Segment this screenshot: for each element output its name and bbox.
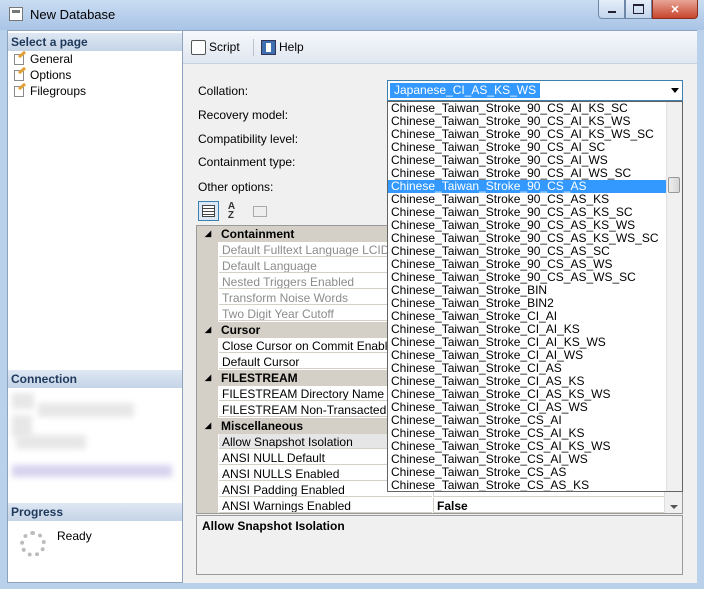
close-icon: ✕ bbox=[670, 3, 680, 16]
property-row[interactable]: ANSI Warnings Enabled False bbox=[197, 498, 682, 513]
toolbar-separator bbox=[253, 39, 254, 56]
connection-user-redacted bbox=[16, 435, 86, 449]
left-panel: Select a page General Options Filegroups… bbox=[7, 30, 183, 583]
description-title: Allow Snapshot Isolation bbox=[202, 519, 345, 533]
connection-icon-redacted bbox=[12, 393, 34, 409]
page-item-label: Options bbox=[30, 68, 72, 82]
property-name: ANSI Warnings Enabled bbox=[219, 498, 432, 513]
compatibility-level-label: Compatibility level: bbox=[198, 132, 299, 146]
collapse-icon: ◢ bbox=[205, 325, 212, 334]
category-label: Containment bbox=[221, 227, 295, 241]
page-item-label: Filegroups bbox=[30, 84, 87, 98]
property-pages-icon bbox=[252, 205, 267, 217]
collapse-icon: ◢ bbox=[205, 229, 212, 238]
categorized-button[interactable] bbox=[198, 201, 219, 221]
help-button[interactable]: Help bbox=[261, 39, 304, 55]
script-icon bbox=[191, 39, 206, 55]
progress-header: Progress bbox=[8, 503, 182, 521]
connection-header: Connection bbox=[8, 370, 182, 388]
toolbar: Script Help bbox=[183, 31, 697, 64]
collation-option[interactable]: Chinese_Taiwan_Stroke_CS_AS_KS bbox=[388, 479, 667, 492]
page-edit-icon bbox=[12, 82, 27, 98]
other-options-label: Other options: bbox=[198, 180, 274, 194]
description-panel: Allow Snapshot Isolation bbox=[196, 515, 683, 575]
collation-label: Collation: bbox=[198, 84, 249, 98]
page-item-filegroups[interactable]: Filegroups bbox=[12, 82, 87, 99]
connection-link-redacted[interactable] bbox=[12, 465, 172, 477]
connection-server-redacted bbox=[38, 403, 134, 417]
collapse-icon: ◢ bbox=[205, 421, 212, 430]
chevron-down-icon bbox=[671, 88, 679, 93]
script-label: Script bbox=[209, 40, 240, 54]
progress-status: Ready bbox=[57, 529, 92, 543]
collation-combobox[interactable]: Japanese_CI_AS_KS_WS bbox=[387, 80, 683, 101]
category-label: Cursor bbox=[221, 323, 261, 337]
scroll-down-icon[interactable] bbox=[670, 505, 678, 509]
connection-icon-redacted-2 bbox=[12, 415, 32, 437]
close-button[interactable]: ✕ bbox=[652, 0, 698, 19]
containment-type-label: Containment type: bbox=[198, 155, 296, 169]
maximize-icon bbox=[633, 4, 644, 14]
collapse-icon: ◢ bbox=[205, 373, 212, 382]
page-item-label: General bbox=[30, 52, 73, 66]
category-label: FILESTREAM bbox=[221, 371, 298, 385]
dropdown-scrollbar[interactable] bbox=[666, 102, 682, 491]
recovery-model-label: Recovery model: bbox=[198, 108, 289, 122]
window-controls: ✕ bbox=[598, 0, 698, 20]
dropdown-scrollbar-thumb[interactable] bbox=[668, 177, 680, 193]
window-title: New Database bbox=[30, 7, 116, 22]
help-label: Help bbox=[279, 40, 304, 54]
collation-selected-value: Japanese_CI_AS_KS_WS bbox=[390, 83, 541, 98]
alphabetical-button[interactable]: AZ bbox=[221, 201, 242, 221]
page-item-general[interactable]: General bbox=[12, 50, 73, 67]
title-bar: New Database ✕ bbox=[0, 0, 704, 30]
progress-spinner-icon bbox=[20, 531, 46, 557]
categorized-icon bbox=[202, 205, 215, 217]
help-book-icon bbox=[261, 39, 276, 55]
page-edit-icon bbox=[12, 66, 27, 82]
database-window-icon bbox=[9, 7, 23, 21]
sort-az-icon: AZ bbox=[227, 201, 236, 221]
minimize-button[interactable] bbox=[598, 0, 625, 19]
minimize-icon bbox=[607, 11, 616, 13]
property-value[interactable]: False bbox=[433, 498, 682, 513]
page-item-options[interactable]: Options bbox=[12, 66, 72, 83]
collation-dropdown-list: Chinese_Taiwan_Stroke_90_CS_AI_KS_SC Chin… bbox=[387, 101, 683, 492]
property-pages-button[interactable] bbox=[249, 201, 270, 221]
category-label: Miscellaneous bbox=[221, 419, 304, 433]
page-edit-icon bbox=[12, 50, 27, 66]
select-page-header: Select a page bbox=[8, 33, 182, 51]
maximize-button[interactable] bbox=[625, 0, 652, 19]
script-button[interactable]: Script bbox=[191, 39, 240, 55]
